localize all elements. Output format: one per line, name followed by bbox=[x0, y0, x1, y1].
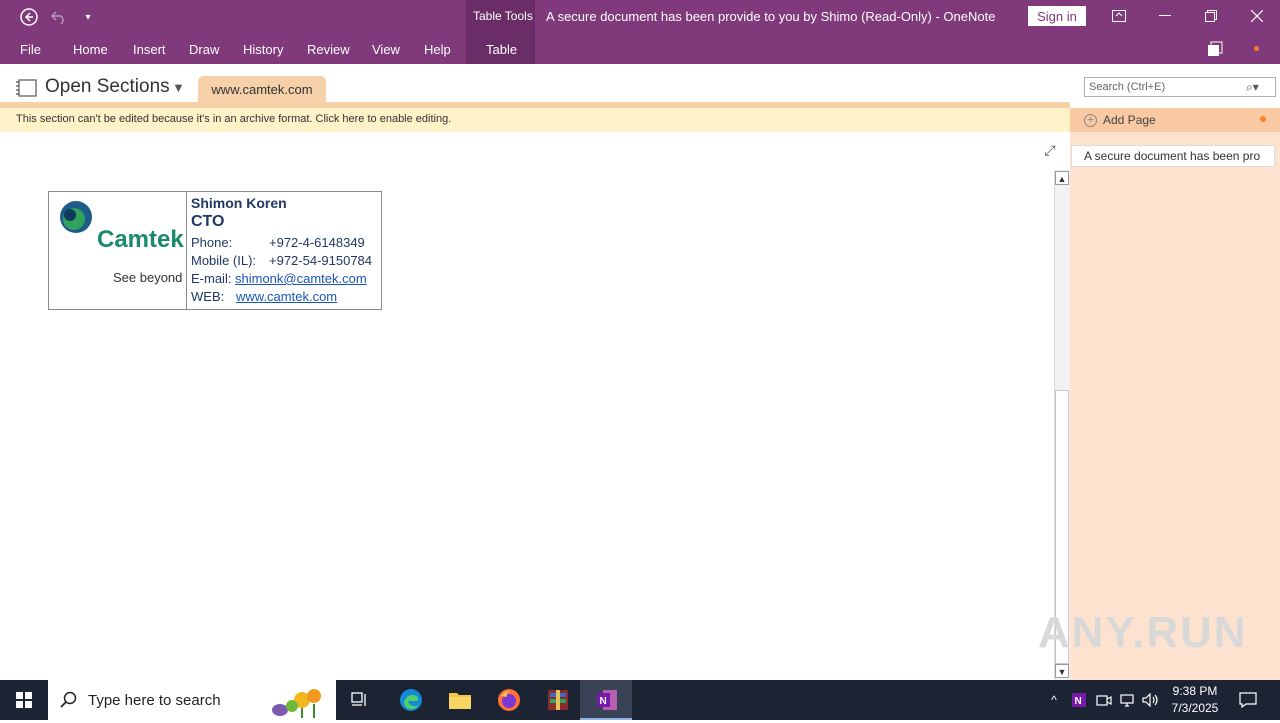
firefox-icon[interactable] bbox=[496, 687, 522, 713]
svg-text:N: N bbox=[1075, 696, 1082, 707]
add-page-label: Add Page bbox=[1103, 113, 1156, 127]
contact-name: Shimon Koren bbox=[191, 195, 287, 211]
search-highlight-flowers-icon bbox=[262, 682, 334, 718]
email-label: E-mail: bbox=[191, 271, 232, 286]
notification-dot-icon bbox=[1254, 46, 1259, 51]
ribbon-display-options-icon[interactable] bbox=[1108, 6, 1130, 26]
tab-insert[interactable]: Insert bbox=[133, 42, 166, 57]
table-tools-label: Table Tools bbox=[473, 9, 533, 23]
open-sections-label[interactable]: Open Sections bbox=[45, 76, 170, 98]
undo-icon[interactable] bbox=[48, 6, 70, 28]
open-sections-dropdown-icon[interactable]: ▼ bbox=[172, 80, 185, 95]
archive-format-info-bar[interactable]: This section can't be edited because it'… bbox=[0, 108, 1070, 132]
customize-quick-access-icon[interactable]: ▾ bbox=[80, 8, 96, 26]
meet-now-icon[interactable] bbox=[1095, 691, 1113, 709]
edge-browser-icon[interactable] bbox=[398, 687, 424, 713]
winrar-icon[interactable] bbox=[545, 687, 571, 713]
section-tab-camtek[interactable]: www.camtek.com bbox=[198, 76, 326, 102]
camtek-logo-icon bbox=[58, 200, 98, 241]
camtek-logo-text: Camtek bbox=[97, 226, 184, 253]
onenote-tray-icon[interactable]: N bbox=[1070, 691, 1088, 709]
start-windows-icon[interactable] bbox=[0, 680, 48, 720]
scroll-down-icon[interactable]: ▼ bbox=[1055, 664, 1069, 678]
taskbar-search-icon bbox=[60, 691, 78, 714]
action-center-icon[interactable] bbox=[1236, 688, 1260, 712]
phone-value: +972-4-6148349 bbox=[269, 235, 365, 250]
expand-page-icon[interactable]: ⤢ bbox=[1042, 142, 1058, 158]
search-icon[interactable]: ⌕▾ bbox=[1246, 80, 1259, 95]
pages-pane bbox=[1070, 108, 1280, 680]
anyrun-watermark: ANY.RUN bbox=[1038, 608, 1248, 657]
page-list-item[interactable]: A secure document has been pro bbox=[1071, 145, 1275, 167]
scroll-up-icon[interactable]: ▲ bbox=[1055, 171, 1069, 185]
phone-label: Phone: bbox=[191, 235, 233, 250]
tab-history[interactable]: History bbox=[243, 42, 283, 57]
mobile-value: +972-54-9150784 bbox=[269, 253, 373, 268]
tab-home[interactable]: Home bbox=[73, 42, 108, 57]
add-page-button[interactable]: + Add Page bbox=[1070, 108, 1280, 132]
web-label: WEB: bbox=[191, 289, 225, 304]
tab-table[interactable]: Table bbox=[486, 42, 517, 57]
contact-title: CTO bbox=[191, 213, 225, 230]
svg-text:N: N bbox=[600, 696, 607, 707]
table-column-divider bbox=[186, 191, 187, 310]
immersive-reader-icon[interactable] bbox=[1204, 38, 1226, 60]
tab-help[interactable]: Help bbox=[424, 42, 451, 57]
back-icon[interactable] bbox=[18, 6, 40, 28]
sign-in-button[interactable]: Sign in bbox=[1028, 6, 1086, 26]
minimize-icon[interactable] bbox=[1154, 6, 1176, 26]
restore-icon[interactable] bbox=[1200, 6, 1222, 26]
logo-tagline: See beyond bbox=[113, 270, 183, 285]
tab-review[interactable]: Review bbox=[307, 42, 350, 57]
tab-draw[interactable]: Draw bbox=[189, 42, 219, 57]
file-explorer-icon[interactable] bbox=[447, 688, 473, 712]
close-icon[interactable] bbox=[1246, 6, 1268, 26]
mobile-label: Mobile (IL): bbox=[191, 253, 257, 268]
clock-time[interactable]: 9:38 PM bbox=[1166, 684, 1224, 698]
add-page-icon: + bbox=[1084, 113, 1097, 127]
onenote-icon[interactable]: N bbox=[594, 687, 620, 713]
tab-file[interactable]: File bbox=[20, 42, 41, 57]
clock-date[interactable]: 7/3/2025 bbox=[1166, 701, 1224, 715]
tab-view[interactable]: View bbox=[372, 42, 400, 57]
show-hidden-icons-chevron-icon[interactable]: ^ bbox=[1046, 692, 1062, 708]
notebook-icon[interactable] bbox=[14, 78, 38, 98]
network-icon[interactable] bbox=[1118, 691, 1136, 709]
window-title: A secure document has been provide to yo… bbox=[546, 9, 996, 24]
email-link[interactable]: shimonk@camtek.com bbox=[235, 271, 367, 286]
pane-notification-dot-icon bbox=[1260, 116, 1266, 122]
task-view-icon[interactable] bbox=[348, 688, 372, 712]
volume-icon[interactable] bbox=[1142, 691, 1160, 709]
web-link[interactable]: www.camtek.com bbox=[236, 289, 337, 304]
